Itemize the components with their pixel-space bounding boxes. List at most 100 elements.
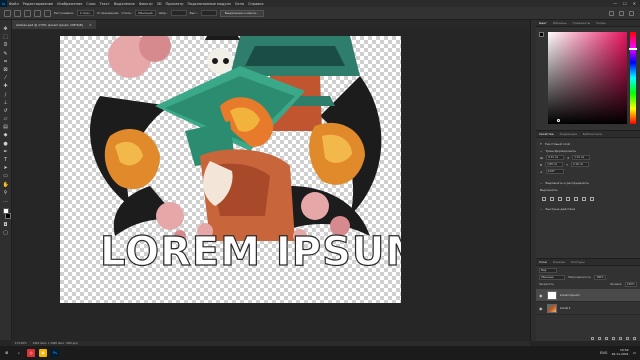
antialias-checkbox[interactable]: Сглаживание [97,11,118,15]
menu-window[interactable]: Окно [233,2,246,6]
intersect-selection-icon[interactable] [44,9,51,17]
align-bottom-icon[interactable] [582,197,586,201]
share-icon[interactable] [629,10,634,16]
path-selection-tool-icon[interactable]: ➤ [3,165,9,171]
marquee-tool-icon[interactable]: ⬚ [3,34,9,40]
color-picker-field[interactable] [548,32,627,124]
height-field[interactable]: 1,89 см [545,162,564,167]
menu-file[interactable]: Файл [7,2,21,6]
eye-icon[interactable]: ◉ [539,306,544,311]
marquee-tool-preset-icon[interactable] [4,9,11,17]
align-left-icon[interactable] [542,197,546,201]
history-brush-tool-icon[interactable]: ↺ [3,108,9,114]
pen-tool-icon[interactable]: ✒ [3,149,9,155]
tab-swatches[interactable]: Образцы [553,21,567,25]
style-select[interactable]: Обычный [135,10,156,16]
menu-filter[interactable]: Фильтр [137,2,155,6]
tab-gradients[interactable]: Градиенты [573,21,591,25]
tab-patterns[interactable]: Узоры [596,21,606,25]
y-field[interactable]: 2,16 см [570,162,589,167]
eye-icon[interactable]: ◉ [539,293,544,298]
color-picker-marker[interactable] [557,119,560,122]
windows-start-icon[interactable]: ⊞ [3,349,11,357]
add-selection-icon[interactable] [24,9,31,17]
adjustment-layer-icon[interactable] [612,336,615,340]
eyedropper-tool-icon[interactable]: ⁄ [3,75,9,81]
clock[interactable]: 15:52 16.11.2021 [612,349,629,356]
quick-select-tool-icon[interactable]: ✎ [3,51,9,57]
link-layers-icon[interactable] [591,336,594,340]
menu-3d[interactable]: 3D [155,2,164,6]
crop-tool-icon[interactable]: ⌗ [3,59,9,65]
eraser-tool-icon[interactable]: ▱ [3,116,9,122]
language-indicator[interactable]: ENG [600,351,608,355]
browser-icon[interactable]: ◎ [27,349,35,357]
more-tools-icon[interactable]: … [3,198,9,204]
chevron-down-icon[interactable]: ⌄ [540,149,543,153]
tab-color[interactable]: Цвет [539,21,547,25]
tab-channels[interactable]: Каналы [553,260,565,264]
tab-paths[interactable]: Контуры [571,260,585,264]
rectangle-tool-icon[interactable]: ▭ [3,173,9,179]
menu-image[interactable]: Изображение [55,2,84,6]
angle-field[interactable]: 0,00° [545,169,564,174]
zoom-level[interactable]: 173,02% [15,342,27,345]
tab-layers[interactable]: Слои [539,260,547,264]
photoshop-logo-icon[interactable]: Ps [0,0,7,7]
maximize-icon[interactable]: ☐ [623,1,627,6]
new-selection-icon[interactable] [14,9,21,17]
blur-tool-icon[interactable]: ◆ [3,132,9,138]
menu-plugins[interactable]: Подключаемые модули [185,2,232,6]
align-right-icon[interactable] [558,197,562,201]
tab-properties[interactable]: Свойства [539,132,554,136]
width-field[interactable]: 6,31 см [546,155,565,160]
dodge-tool-icon[interactable]: ● [3,141,9,147]
quick-mask-icon[interactable]: ◘ [3,222,9,228]
menu-select[interactable]: Выделение [112,2,137,6]
menu-type[interactable]: Текст [98,2,112,6]
gradient-tool-icon[interactable]: ▤ [3,124,9,130]
minimize-icon[interactable]: — [613,1,617,6]
layer-row[interactable]: ◉ Слой 1 [536,302,640,315]
tab-adjustments[interactable]: Коррекция [560,132,577,136]
healing-brush-tool-icon[interactable]: ✚ [3,83,9,89]
foreground-color-swatch[interactable] [2,208,9,215]
document-close-icon[interactable]: × [89,23,92,27]
move-tool-icon[interactable]: ✥ [3,26,9,32]
menu-help[interactable]: Справка [246,2,265,6]
document-tab[interactable]: shoban.psd @ 173% (Lorem Ipsum, CMYK/8) … [12,20,96,29]
more-options-icon[interactable] [590,197,594,201]
search-icon[interactable]: ⌕ [15,349,23,357]
brush-tool-icon[interactable]: ∕ [3,92,9,98]
type-tool-icon[interactable]: T [3,157,9,163]
opacity-field[interactable]: 100% [594,275,607,280]
chevron-down-icon[interactable]: ⌄ [540,181,543,185]
photoshop-taskbar-icon[interactable]: Ps [51,349,59,357]
width-input[interactable] [170,10,187,16]
tab-libraries[interactable]: Библиотеки [583,132,602,136]
foreground-color-mini[interactable] [539,32,544,37]
fill-field[interactable]: 100% [625,282,637,287]
screen-mode-icon[interactable]: ▢ [3,230,9,236]
workspace-icon[interactable] [619,10,624,16]
new-layer-icon[interactable] [626,336,629,340]
subtract-selection-icon[interactable] [34,9,41,17]
height-input[interactable] [200,10,217,16]
background-color-swatch[interactable] [4,213,11,220]
feather-input[interactable]: 0 пикс. [76,10,95,16]
file-explorer-icon[interactable]: ▣ [39,349,47,357]
select-and-mask-button[interactable]: Выделение и маска... [219,9,264,17]
align-top-icon[interactable] [566,197,570,201]
chevron-down-icon[interactable]: ⌄ [540,207,543,211]
lasso-tool-icon[interactable]: ᘐ [3,42,9,48]
x-field[interactable]: 1,31 см [572,155,591,160]
zoom-tool-icon[interactable]: ⚲ [3,190,9,196]
menu-edit[interactable]: Редактирование [21,2,56,6]
frame-tool-icon[interactable]: ⊠ [3,67,9,73]
new-group-icon[interactable] [619,336,622,340]
layer-row[interactable]: ◉ Lorem Ipsum [536,289,640,302]
clone-stamp-tool-icon[interactable]: ⊥ [3,100,9,106]
menu-view[interactable]: Просмотр [164,2,186,6]
blend-mode-select[interactable]: Обычные [539,275,565,280]
layer-filter-select[interactable]: Вид [539,268,557,273]
